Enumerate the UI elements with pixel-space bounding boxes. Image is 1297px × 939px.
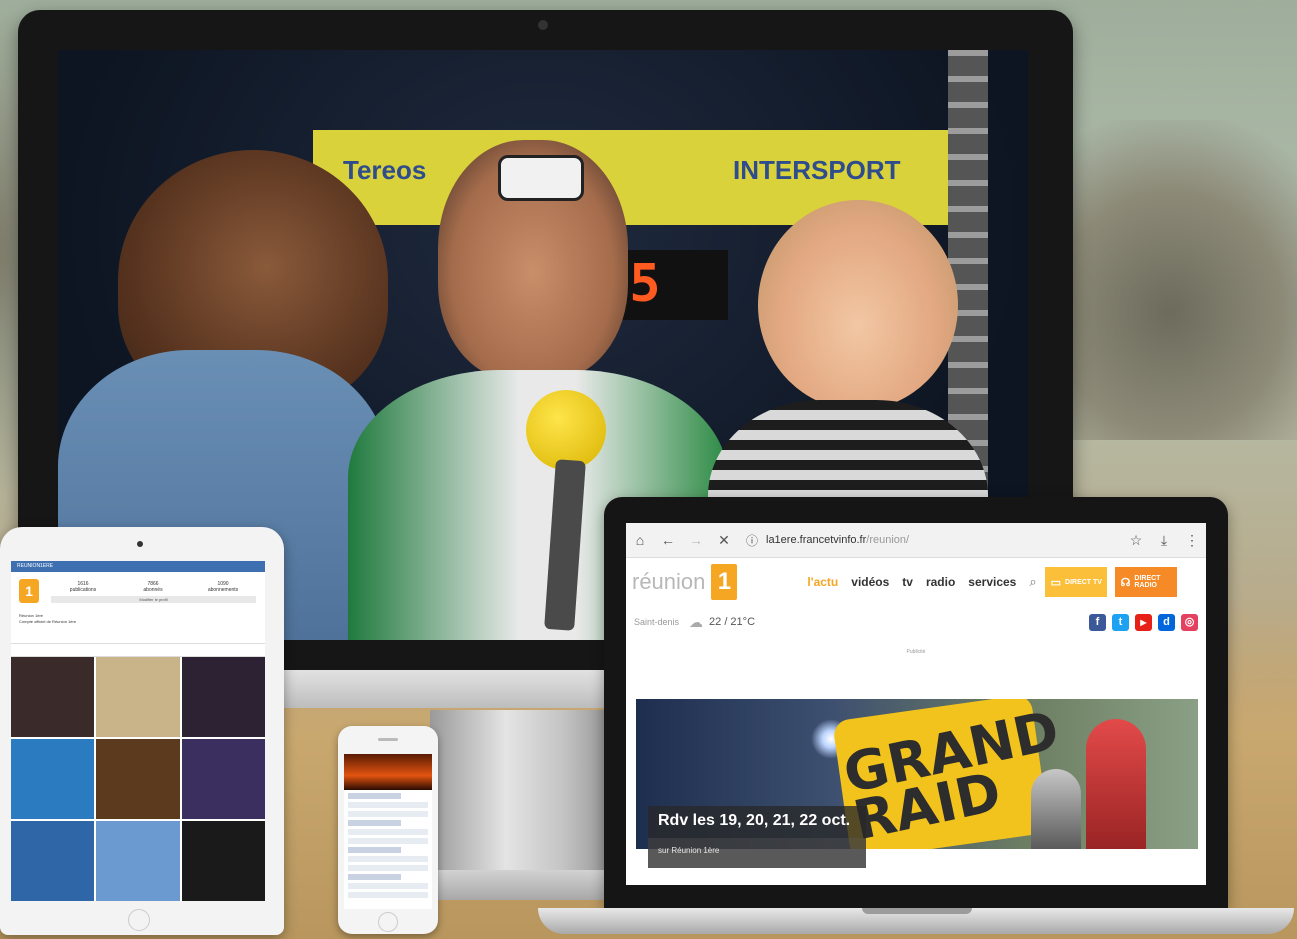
nav-item-actu[interactable]: l'actu — [807, 575, 838, 589]
tv-icon: ▭ — [1050, 576, 1062, 589]
fb-post-line — [348, 883, 428, 889]
dailymotion-icon[interactable]: d — [1158, 613, 1175, 631]
photo-child-head — [758, 200, 958, 410]
photo-microphone-foam — [526, 390, 606, 470]
imac-chin — [265, 670, 625, 708]
fb-post-line — [348, 847, 401, 853]
hero-caption-subtitle: sur Réunion 1ère — [648, 838, 866, 868]
ig-tabs[interactable] — [11, 643, 265, 657]
ig-grid-item[interactable] — [11, 821, 95, 901]
facebook-icon[interactable]: f — [1089, 613, 1106, 631]
site-logo-text[interactable]: réunion — [632, 569, 705, 595]
ig-grid-item[interactable] — [96, 657, 180, 737]
headphones-icon: ☊ — [1120, 576, 1131, 589]
browser-toolbar: ⌂ ← → ✕ ⓘ la1ere.francetvinfo.fr/reunion… — [626, 523, 1206, 558]
search-icon[interactable]: ⌕ — [1029, 574, 1036, 590]
info-icon[interactable]: ⓘ — [738, 532, 766, 549]
ig-stat-posts[interactable]: 1616 publications — [63, 581, 103, 593]
ig-profile-logo[interactable]: 1 — [19, 579, 39, 603]
fb-post-line — [348, 820, 401, 826]
ig-grid-item[interactable] — [181, 657, 265, 737]
nav-item-radio[interactable]: radio — [926, 575, 955, 589]
direct-radio-button[interactable]: ☊ DIRECT RADIO — [1114, 567, 1177, 597]
fb-post-line — [348, 874, 401, 880]
macbook-browser-screen: ⌂ ← → ✕ ⓘ la1ere.francetvinfo.fr/reunion… — [626, 523, 1206, 885]
stop-loading-icon[interactable]: ✕ — [710, 532, 738, 549]
iphone-cover-photo — [344, 754, 432, 790]
fb-post-line — [348, 838, 428, 844]
imac-camera — [538, 20, 548, 30]
ig-grid-item[interactable] — [11, 657, 95, 737]
instagram-icon[interactable]: ◎ — [1181, 613, 1198, 631]
ipad-camera — [137, 541, 143, 547]
cloud-icon: ☁ — [689, 613, 704, 630]
ig-photo-grid — [11, 657, 265, 901]
macbook-notch — [862, 908, 972, 914]
ig-grid-item[interactable] — [181, 821, 265, 901]
back-arrow-icon[interactable]: ← — [654, 532, 682, 548]
youtube-icon[interactable]: ▶ — [1135, 613, 1152, 631]
imac-stand — [430, 710, 620, 890]
fb-post-line — [348, 829, 428, 835]
ig-stat-followers[interactable]: 7866 abonnés — [133, 581, 173, 593]
nav-item-videos[interactable]: vidéos — [851, 575, 889, 589]
ipad-home-button[interactable] — [128, 909, 150, 931]
forward-arrow-icon[interactable]: → — [682, 532, 710, 548]
nav-item-services[interactable]: services — [968, 575, 1016, 589]
site-logo-mark[interactable]: 1 — [711, 564, 738, 600]
sponsor-left-text: Tereos — [343, 155, 427, 185]
fb-post-line — [348, 811, 428, 817]
weather-temp: 22 / 21°C — [709, 616, 756, 628]
macbook-device: ⌂ ← → ✕ ⓘ la1ere.francetvinfo.fr/reunion… — [604, 497, 1228, 909]
ipad-instagram-screen: REUNION1ERE 1 1616 publications 7866 abonn… — [11, 561, 265, 901]
ad-label: Publicité — [906, 649, 926, 655]
background-mountain — [1050, 120, 1297, 440]
iphone-home-button[interactable] — [378, 912, 398, 932]
ig-stat-following[interactable]: 1090 abonnements — [203, 581, 243, 593]
nav-item-tv[interactable]: tv — [902, 575, 913, 589]
ig-header: REUNION1ERE — [11, 561, 265, 572]
site-header: réunion 1 l'actu vidéos tv radio service… — [626, 558, 1206, 606]
ig-bio: Réunion 1ère Compte officiel de Réunion … — [19, 613, 159, 625]
kebab-menu-icon[interactable]: ⋮ — [1178, 532, 1206, 549]
hero-caption-title[interactable]: Rdv les 19, 20, 21, 22 oct. — [648, 806, 866, 838]
fb-post-line — [348, 856, 428, 862]
hero-runner — [1086, 719, 1146, 849]
ig-bio-text: Compte officiel de Réunion 1ère — [19, 619, 77, 624]
download-icon[interactable]: ⤓ — [1150, 532, 1178, 549]
ipad-device: REUNION1ERE 1 1616 publications 7866 abonn… — [0, 527, 284, 935]
fb-post-line — [348, 802, 428, 808]
weather-bar: Saint-denis ☁ 22 / 21°C f t ▶ d ◎ — [626, 606, 1206, 638]
fb-post-line — [348, 865, 428, 871]
direct-tv-button[interactable]: ▭ DIRECT TV — [1044, 567, 1107, 597]
ig-grid-item[interactable] — [96, 739, 180, 819]
address-bar[interactable]: la1ere.francetvinfo.fr/reunion/ — [766, 534, 1122, 546]
ig-grid-item[interactable] — [11, 739, 95, 819]
iphone-speaker — [378, 738, 398, 741]
ig-edit-profile-button[interactable]: Modifier le profil — [51, 596, 256, 603]
ig-grid-item[interactable] — [181, 739, 265, 819]
hero-runner — [1031, 769, 1081, 849]
twitter-icon[interactable]: t — [1112, 613, 1129, 631]
fb-post-line — [348, 793, 401, 799]
photo-headlamp — [498, 155, 584, 201]
fb-post-line — [348, 892, 428, 898]
social-links: f t ▶ d ◎ — [1089, 613, 1198, 631]
iphone-facebook-screen — [344, 754, 432, 909]
sponsor-right-text: INTERSPORT — [733, 155, 901, 185]
bookmark-star-icon[interactable]: ☆ — [1122, 532, 1150, 549]
home-icon[interactable]: ⌂ — [626, 532, 654, 548]
weather-place: Saint-denis — [634, 617, 680, 627]
iphone-device — [338, 726, 438, 934]
ig-grid-item[interactable] — [96, 821, 180, 901]
